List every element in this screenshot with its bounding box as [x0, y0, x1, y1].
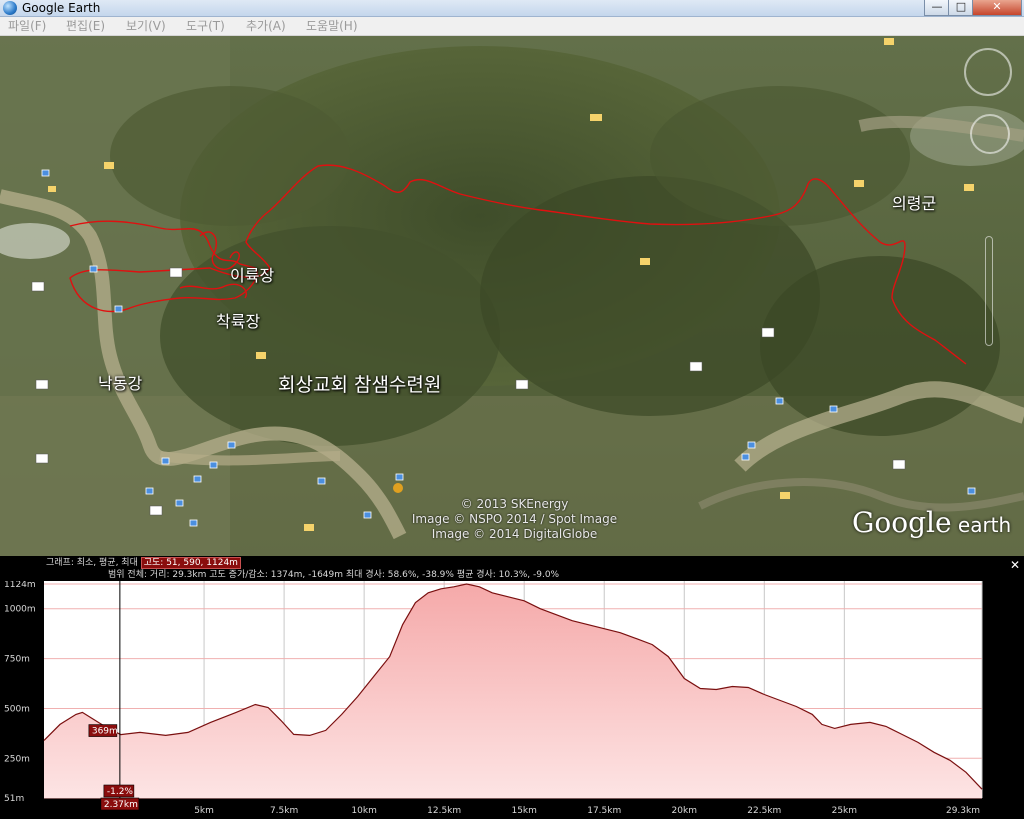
elevation-chart[interactable]: 5km 7.5km 10km 12.5km 15km 17.5km 20km 22.5km 25…	[0, 581, 1024, 819]
range-gain-loss: 고도 증가/감소: 1374m, -1649m	[209, 570, 344, 580]
copyright-line-3: Image © 2014 DigitalGlobe	[431, 527, 598, 541]
satellite-imagery	[0, 36, 1024, 556]
y-tick-label: 500m	[4, 704, 30, 714]
window-title: Google Earth	[22, 1, 101, 15]
cursor-distance: 2.37km	[104, 800, 138, 810]
range-max-slope: 최대 경사: 58.6%, -38.9%	[345, 570, 454, 580]
y-tick-label: 51m	[4, 794, 24, 804]
menu-add[interactable]: 추가(A)	[246, 17, 286, 35]
maximize-button[interactable]: □	[948, 0, 974, 16]
menu-tools[interactable]: 도구(T)	[186, 17, 225, 35]
y-tick-label: 1124m	[4, 581, 36, 590]
title-bar: Google Earth — □ ✕	[0, 0, 1024, 17]
x-tick-label: 22.5km	[747, 806, 781, 816]
cursor-slope-box: -1.2%	[103, 784, 135, 798]
minimize-button[interactable]: —	[924, 0, 950, 16]
zoom-slider[interactable]	[985, 236, 993, 346]
menu-help[interactable]: 도움말(H)	[306, 17, 358, 35]
x-tick-label: 12.5km	[427, 806, 461, 816]
x-tick-label: 17.5km	[587, 806, 621, 816]
profile-close-icon[interactable]: ✕	[1010, 558, 1020, 572]
cursor-elevation: 369m	[92, 727, 118, 737]
place-label-iryukjang: 이륙장	[230, 266, 275, 285]
google-earth-logo: Google earth	[852, 506, 1012, 539]
y-tick-label: 1000m	[4, 605, 36, 615]
place-label-chakryukjang: 착륙장	[216, 312, 261, 331]
move-joystick[interactable]	[970, 114, 1010, 154]
place-label-uiryeong: 의령군	[892, 194, 937, 213]
look-joystick[interactable]	[964, 48, 1012, 96]
x-tick-label: 15km	[511, 806, 536, 816]
close-button[interactable]: ✕	[972, 0, 1022, 16]
copyright-line-2: Image © NSPO 2014 / Spot Image	[411, 512, 618, 526]
menu-view[interactable]: 보기(V)	[126, 17, 166, 35]
range-label: 범위 전체:	[108, 570, 148, 580]
cursor-distance-box: 2.37km	[100, 797, 140, 811]
x-tick-label: 20km	[672, 806, 697, 816]
place-label-church: 회상교회 참샘수련원	[278, 374, 442, 396]
range-avg-slope: 평균 경사: 10.3%, -9.0%	[456, 570, 560, 580]
x-tick-label: 29.3km	[946, 806, 980, 816]
menu-file[interactable]: 파일(F)	[8, 17, 46, 35]
cursor-slope: -1.2%	[107, 787, 134, 797]
x-tick-label: 7.5km	[270, 806, 298, 816]
stats-label: 그래프: 최소, 평균, 최대	[46, 558, 138, 568]
x-tick-label: 5km	[194, 806, 214, 816]
cursor-elevation-box: 369m	[88, 724, 118, 737]
x-tick-label: 10km	[351, 806, 376, 816]
copyright-line-1: © 2013 SKEnergy	[460, 497, 569, 511]
map-view[interactable]: 이륙장 착륙장 낙동강 회상교회 참샘수련원 의령군 © 2013 SKEner…	[0, 36, 1024, 556]
menu-bar: 파일(F) 편집(E) 보기(V) 도구(T) 추가(A) 도움말(H)	[0, 17, 1024, 36]
y-tick-label: 750m	[4, 655, 30, 665]
stats-elevation[interactable]: 고도: 51, 590, 1124m	[140, 557, 241, 569]
profile-stats-line: 그래프: 최소, 평균, 최대 고도: 51, 590, 1124m	[46, 557, 241, 569]
menu-edit[interactable]: 편집(E)	[66, 17, 105, 35]
profile-range-line: 범위 전체: 거리: 29.3km 고도 증가/감소: 1374m, -1649…	[108, 569, 559, 581]
elevation-profile-panel: 그래프: 최소, 평균, 최대 고도: 51, 590, 1124m 범위 전체…	[0, 556, 1024, 819]
x-tick-label: 25km	[832, 806, 857, 816]
google-earth-icon	[3, 1, 17, 15]
place-label-nakdonggang: 낙동강	[98, 374, 143, 393]
range-distance: 거리: 29.3km	[149, 570, 207, 580]
y-tick-label: 250m	[4, 754, 30, 764]
